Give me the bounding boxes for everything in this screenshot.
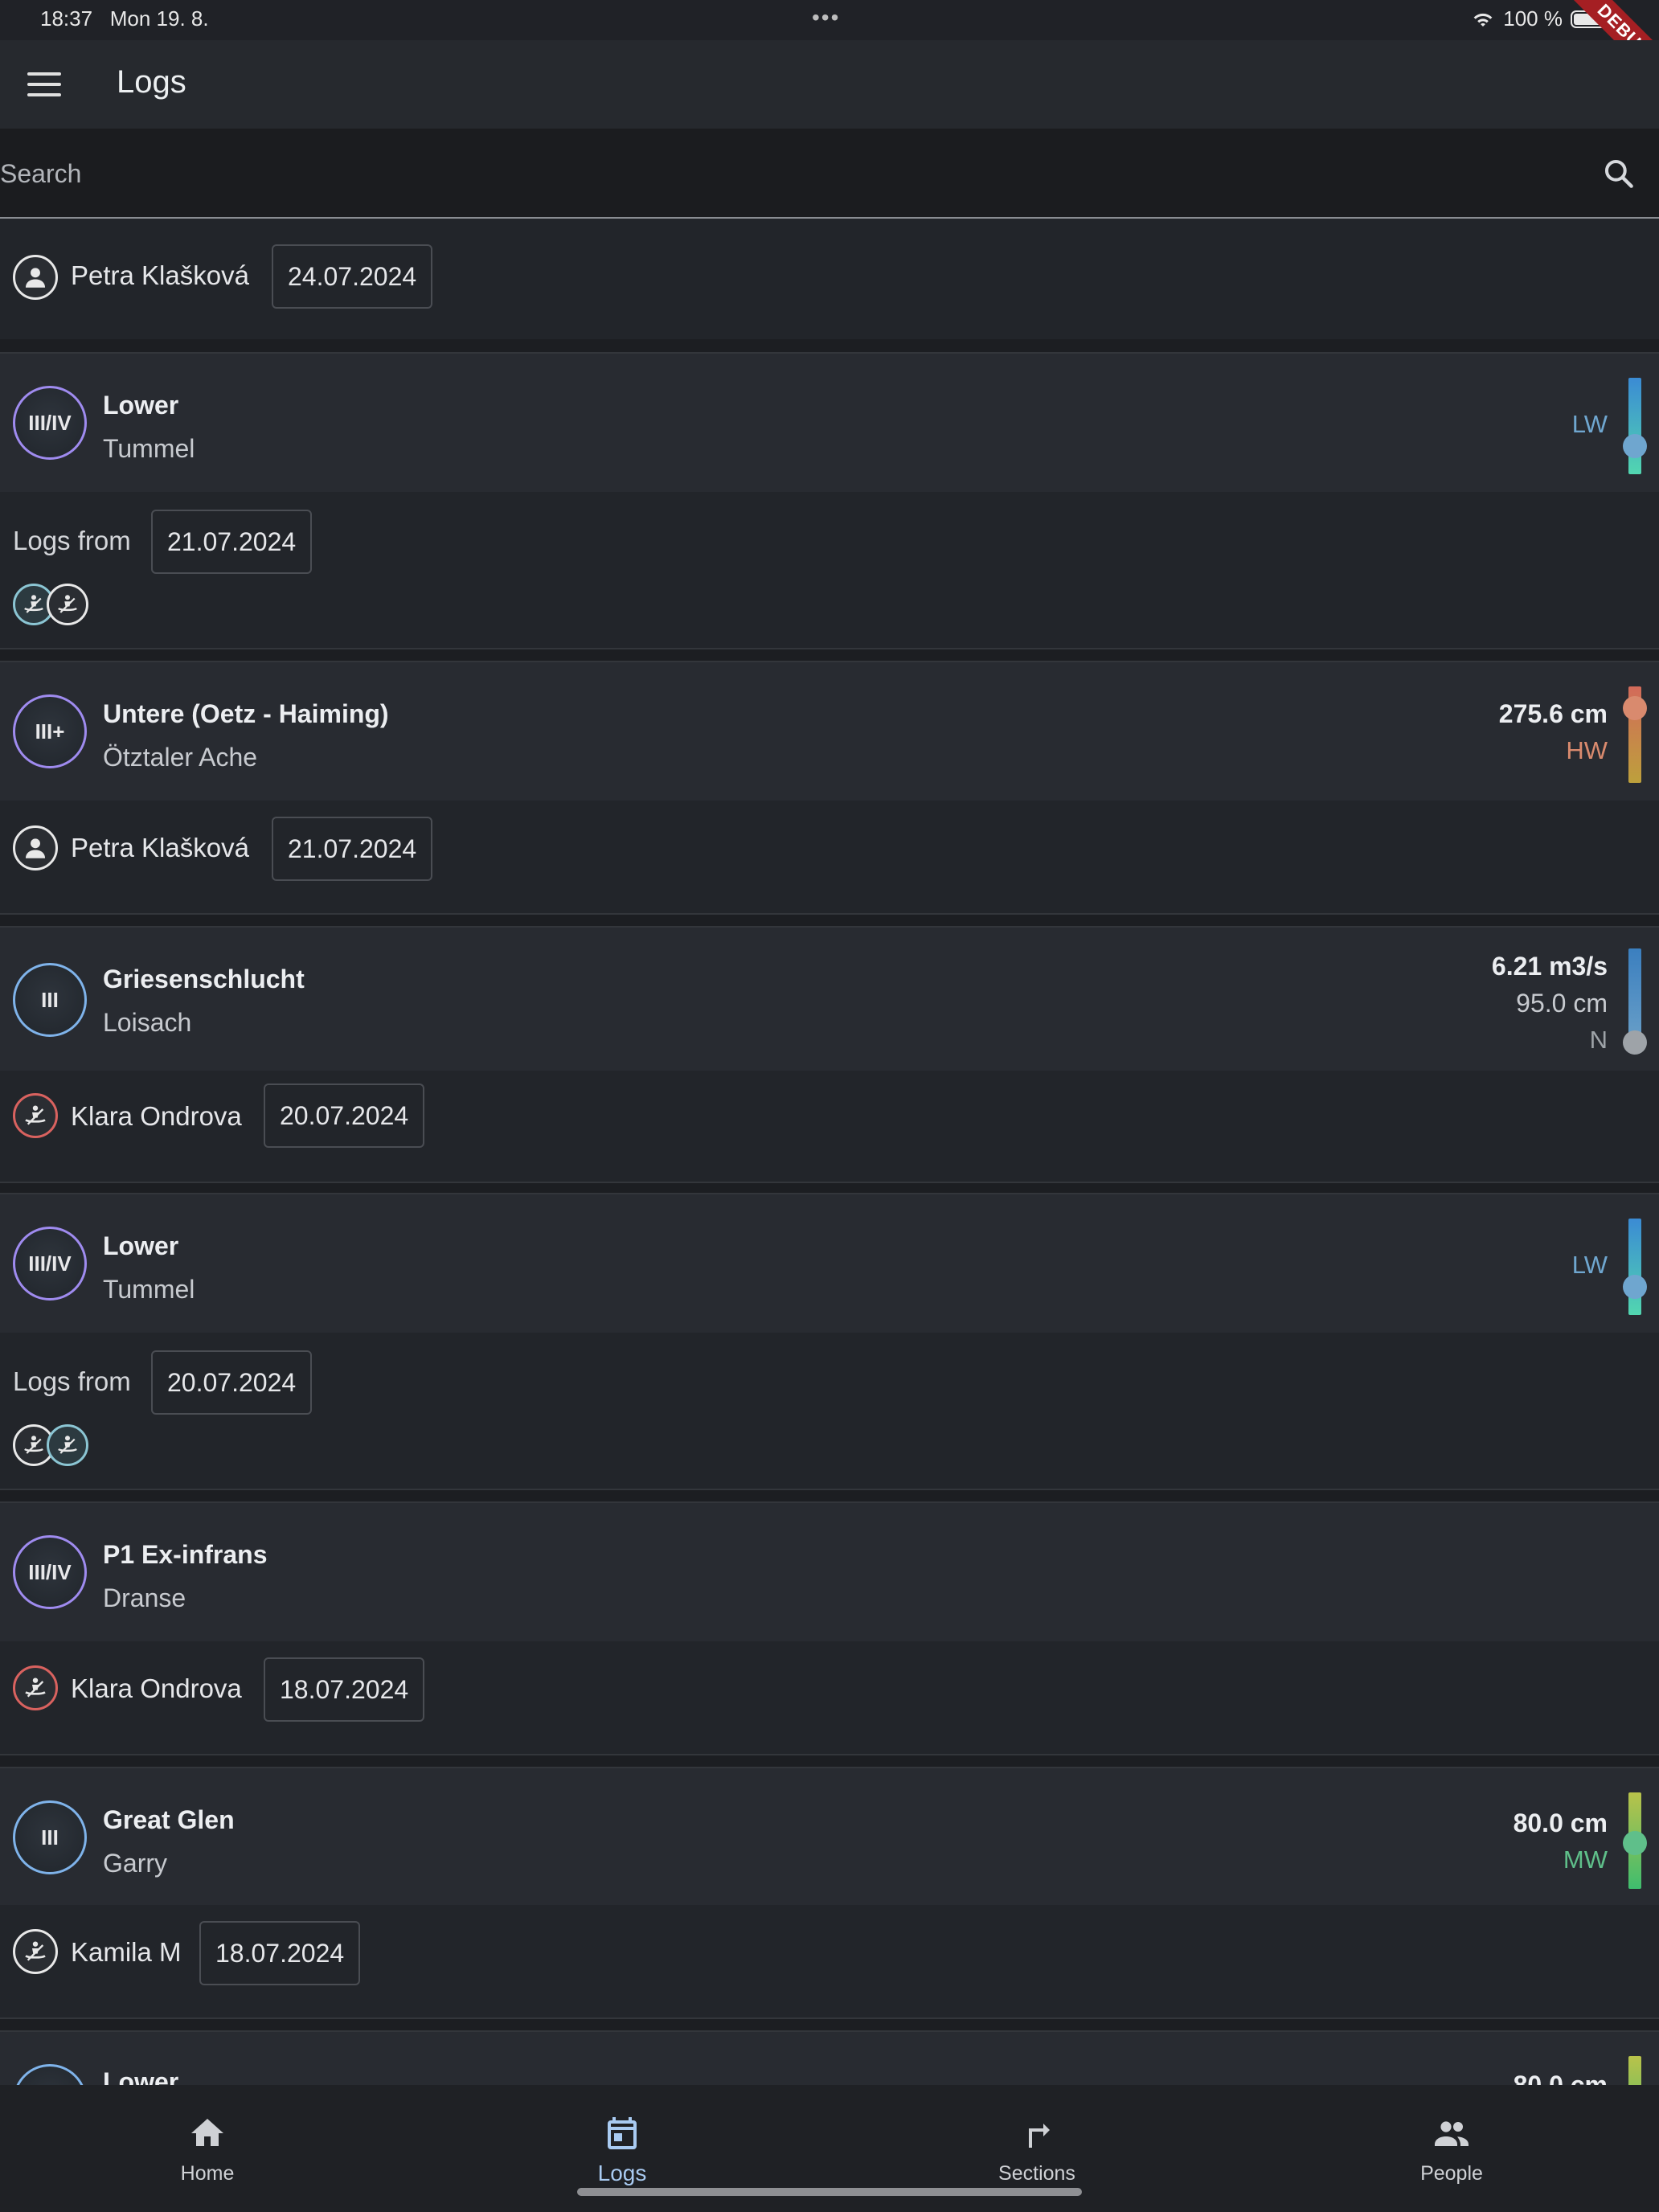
grade-badge: III/IV [13, 1227, 87, 1301]
grade-badge: III/IV [13, 1535, 87, 1609]
person-name: Petra Klašková [71, 833, 249, 862]
level-code: N [1589, 1026, 1608, 1054]
level-value: 80.0 cm [1513, 2071, 1608, 2085]
section-name: Griesenschlucht [103, 965, 305, 993]
level-code: LW [1571, 1251, 1608, 1279]
log-card[interactable]: III Griesenschlucht Loisach 6.21 m3/s 95… [0, 926, 1659, 1183]
river-name: Ötztaler Ache [103, 743, 258, 772]
nav-people[interactable]: People [1244, 2085, 1659, 2212]
multitasking-dots-icon[interactable]: ••• [812, 5, 840, 31]
level-gauge [1628, 378, 1641, 474]
section-name: Great Glen [103, 1805, 235, 1834]
kayak-avatar-icon [13, 1929, 58, 1974]
section-header[interactable]: III/IV Lower Tummel LW [0, 1194, 1659, 1333]
river-name: Tummel [103, 434, 195, 463]
section-header[interactable]: III+ Untere (Oetz - Haiming) Ötztaler Ac… [0, 662, 1659, 801]
logs-from-label: Logs from [13, 526, 131, 555]
river-name: Garry [103, 1849, 167, 1878]
level-code: MW [1563, 1845, 1608, 1874]
person-name: Klara Ondrova [71, 1101, 242, 1131]
log-card[interactable]: III+ Untere (Oetz - Haiming) Ötztaler Ac… [0, 661, 1659, 915]
person-name: Kamila M [71, 1937, 182, 1967]
grade-badge: III [13, 963, 87, 1037]
nav-home[interactable]: Home [0, 2085, 415, 2212]
log-card[interactable]: III/IV Lower Tummel LW Logs from 20.07.2… [0, 1193, 1659, 1490]
level-code: HW [1566, 736, 1608, 764]
level-gauge-marker [1623, 1030, 1647, 1055]
status-time: 18:37 Mon 19. 8. [40, 6, 209, 31]
level-value: 6.21 m3/s [1491, 952, 1608, 981]
level-code: LW [1571, 410, 1608, 438]
date-chip[interactable]: 18.07.2024 [199, 1921, 361, 1985]
level-value: 275.6 cm [1498, 699, 1608, 728]
log-list[interactable]: Petra Klašková 24.07.2024 III/IV Lower T… [0, 219, 1659, 2085]
page-title: Logs [117, 64, 186, 100]
log-card[interactable]: Petra Klašková 24.07.2024 [0, 219, 1659, 339]
log-card[interactable]: III Great Glen Garry 80.0 cm MW Kamila M… [0, 1767, 1659, 2019]
grade-badge: III+ [13, 694, 87, 768]
level-gauge-marker [1623, 1831, 1647, 1855]
river-name: Dranse [103, 1583, 186, 1612]
person-name: Klara Ondrova [71, 1673, 242, 1703]
wifi-icon [1473, 13, 1493, 27]
log-card[interactable]: III/IV P1 Ex-infrans Dranse Klara Ondrov… [0, 1501, 1659, 1755]
section-name: Lower [103, 1231, 179, 1260]
search-icon[interactable] [1601, 156, 1636, 191]
section-header[interactable]: Lower 80.0 cm [0, 2032, 1659, 2085]
date-chip[interactable]: 18.07.2024 [264, 1657, 425, 1722]
date-chip[interactable]: 20.07.2024 [151, 1350, 313, 1415]
section-header[interactable]: III/IV Lower Tummel LW [0, 354, 1659, 492]
section-name: Lower [103, 2067, 179, 2085]
kayak-avatar-icon[interactable] [47, 584, 88, 625]
grade-badge: III/IV [13, 386, 87, 460]
date-chip[interactable]: 20.07.2024 [264, 1083, 425, 1148]
grade-badge [13, 2064, 87, 2085]
level-secondary: 95.0 cm [1516, 989, 1608, 1018]
status-bar: 18:37 Mon 19. 8. ••• 100 % [0, 0, 1659, 40]
battery-percent: 100 % [1503, 6, 1563, 31]
level-gauge [1628, 2056, 1641, 2085]
kayak-avatar-icon[interactable] [47, 1424, 88, 1466]
kayak-avatar-icon [13, 1093, 58, 1138]
date-chip[interactable]: 24.07.2024 [272, 244, 433, 309]
level-value: 80.0 cm [1513, 1809, 1608, 1837]
level-gauge-marker [1623, 1275, 1647, 1299]
river-name: Tummel [103, 1275, 195, 1304]
log-card[interactable]: III/IV Lower Tummel LW Logs from 21.07.2… [0, 352, 1659, 649]
people-icon [1435, 2121, 1469, 2146]
app-bar: Logs [0, 40, 1659, 129]
search-bar [0, 129, 1659, 219]
date-chip[interactable]: 21.07.2024 [272, 817, 433, 881]
date-chip[interactable]: 21.07.2024 [151, 510, 313, 574]
section-header[interactable]: III Great Glen Garry 80.0 cm MW [0, 1768, 1659, 1905]
home-icon [191, 2119, 223, 2146]
calendar-icon [608, 2117, 637, 2149]
river-name: Loisach [103, 1008, 192, 1037]
home-indicator[interactable] [577, 2188, 1082, 2196]
section-header[interactable]: III Griesenschlucht Loisach 6.21 m3/s 95… [0, 928, 1659, 1071]
level-gauge-marker [1623, 434, 1647, 458]
turn-right-icon [1029, 2124, 1050, 2148]
person-avatar-icon [13, 255, 58, 300]
menu-icon[interactable] [27, 68, 61, 101]
search-input[interactable] [0, 153, 1527, 195]
level-gauge [1628, 1219, 1641, 1315]
logs-from-label: Logs from [13, 1366, 131, 1396]
person-name: Petra Klašková [71, 260, 249, 290]
section-name: P1 Ex-infrans [103, 1540, 268, 1569]
level-gauge-marker [1623, 696, 1647, 720]
grade-badge: III [13, 1800, 87, 1874]
person-avatar-icon [13, 825, 58, 870]
section-name: Untere (Oetz - Haiming) [103, 699, 389, 728]
kayak-avatar-icon [13, 1665, 58, 1710]
log-card[interactable]: Lower 80.0 cm [0, 2030, 1659, 2085]
section-header[interactable]: III/IV P1 Ex-infrans Dranse [0, 1503, 1659, 1641]
section-name: Lower [103, 391, 179, 420]
